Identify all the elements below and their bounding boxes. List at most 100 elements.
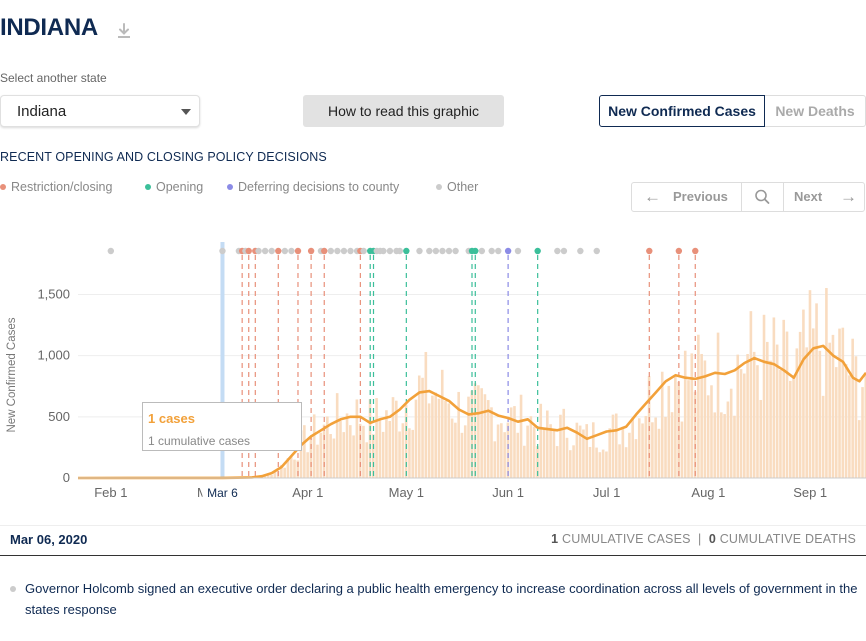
daily-bar — [782, 319, 786, 478]
policy-marker-dot — [472, 247, 479, 255]
policy-marker-dot — [360, 247, 367, 255]
daily-bar — [322, 424, 326, 478]
search-icon — [755, 189, 770, 204]
daily-bar — [434, 392, 437, 478]
daily-bar — [401, 423, 405, 478]
daily-bar — [818, 350, 822, 478]
daily-bar — [414, 399, 418, 478]
daily-bar — [542, 429, 546, 478]
chart-tooltip: 1 cases 1 cumulative cases — [142, 402, 302, 451]
daily-bar — [772, 317, 776, 478]
policy-marker-dot — [646, 247, 653, 255]
policy-marker-dot — [380, 247, 387, 255]
daily-bar — [352, 435, 355, 478]
legend-label: Opening — [156, 180, 204, 194]
daily-bar — [513, 406, 516, 478]
daily-bar — [332, 438, 336, 478]
daily-bar — [355, 399, 359, 478]
arrow-right-icon: → — [840, 187, 857, 206]
daily-bar — [808, 290, 812, 478]
daily-bar — [746, 354, 749, 478]
daily-bar — [569, 450, 572, 478]
previous-label: Previous — [673, 189, 728, 204]
daily-bar — [496, 424, 500, 478]
legend-item-deferring: Deferring decisions to county — [227, 180, 399, 194]
y-axis-label: New Confirmed Cases — [6, 317, 18, 432]
daily-bar — [503, 432, 506, 478]
daily-bar — [723, 414, 726, 478]
policy-marker-dot — [255, 247, 262, 255]
daily-bar — [736, 354, 740, 478]
daily-bar — [706, 395, 710, 478]
policy-marker-dot — [261, 247, 269, 255]
toggle-new-deaths-button[interactable]: New Deaths — [765, 95, 866, 127]
daily-bar — [555, 446, 559, 478]
state-select[interactable]: Indiana — [0, 95, 200, 127]
daily-bar — [424, 351, 428, 478]
arrow-left-icon: ← — [644, 187, 661, 206]
daily-bar — [431, 395, 434, 478]
policy-marker-dot — [504, 247, 512, 255]
next-button[interactable]: Next → — [784, 183, 864, 211]
daily-bar — [598, 452, 602, 478]
policy-marker-dot — [275, 247, 282, 255]
daily-bar — [500, 423, 503, 478]
daily-bar — [588, 446, 592, 478]
policy-marker-dot — [554, 247, 561, 255]
policy-marker-dot — [560, 247, 568, 255]
daily-bar — [788, 380, 792, 478]
daily-bar — [608, 428, 611, 478]
daily-bar — [388, 421, 392, 478]
daily-bar — [716, 332, 720, 478]
legend-item-opening: Opening — [145, 180, 203, 194]
previous-button[interactable]: ← Previous — [632, 183, 742, 211]
cumulative-readout: 1 CUMULATIVE CASES | 0 CUMULATIVE DEATHS — [551, 532, 856, 546]
download-icon[interactable] — [114, 21, 134, 41]
daily-bar — [477, 385, 480, 478]
bullet-icon — [10, 586, 16, 592]
policy-marker-dot — [347, 247, 354, 255]
policy-marker-dot — [514, 247, 522, 255]
daily-bar — [834, 367, 838, 478]
daily-bar — [756, 365, 759, 478]
daily-bar — [591, 422, 595, 478]
x-tick-label: Feb 1 — [94, 485, 127, 500]
daily-bar — [375, 398, 378, 478]
cumulative-cases-label: CUMULATIVE CASES — [561, 532, 691, 546]
daily-bar — [316, 444, 319, 478]
cumulative-deaths-label: CUMULATIVE DEATHS — [719, 532, 856, 546]
policy-marker-dot — [288, 247, 295, 255]
state-select-value: Indiana — [17, 103, 67, 120]
search-button[interactable] — [742, 183, 784, 211]
cases-chart[interactable]: 0 500 1,000 1,500 New Confirmed Cases Feb 1 Ma… — [0, 230, 866, 520]
policy-marker-dot — [577, 247, 584, 255]
daily-bar — [657, 428, 661, 478]
policy-marker-dot — [439, 247, 446, 255]
daily-bar — [700, 353, 703, 478]
policy-marker-dot — [593, 247, 600, 255]
daily-bar — [293, 459, 296, 478]
daily-bar — [631, 417, 634, 478]
daily-bar — [611, 414, 615, 478]
daily-bar — [710, 385, 713, 478]
daily-bar — [493, 441, 497, 478]
daily-bar — [752, 351, 756, 478]
daily-bar — [381, 431, 385, 478]
policy-marker-dot — [307, 247, 315, 255]
daily-bar — [743, 373, 746, 478]
legend-label: Restriction/closing — [11, 180, 113, 194]
legend-dot-icon — [0, 184, 6, 190]
policy-marker-dot — [416, 247, 423, 255]
legend-label: Deferring decisions to county — [238, 180, 400, 194]
toggle-new-cases-button[interactable]: New Confirmed Cases — [599, 95, 765, 127]
daily-bar — [861, 387, 864, 478]
daily-bar — [523, 445, 526, 478]
daily-bar — [726, 401, 730, 478]
y-tick-label: 1,500 — [37, 286, 70, 301]
how-to-read-button[interactable]: How to read this graphic — [303, 95, 504, 127]
legend-dot-icon — [227, 184, 233, 190]
x-tick-label: Sep 1 — [793, 485, 827, 500]
daily-bar — [848, 375, 851, 478]
daily-bar — [680, 421, 684, 478]
chevron-down-icon — [181, 109, 191, 115]
